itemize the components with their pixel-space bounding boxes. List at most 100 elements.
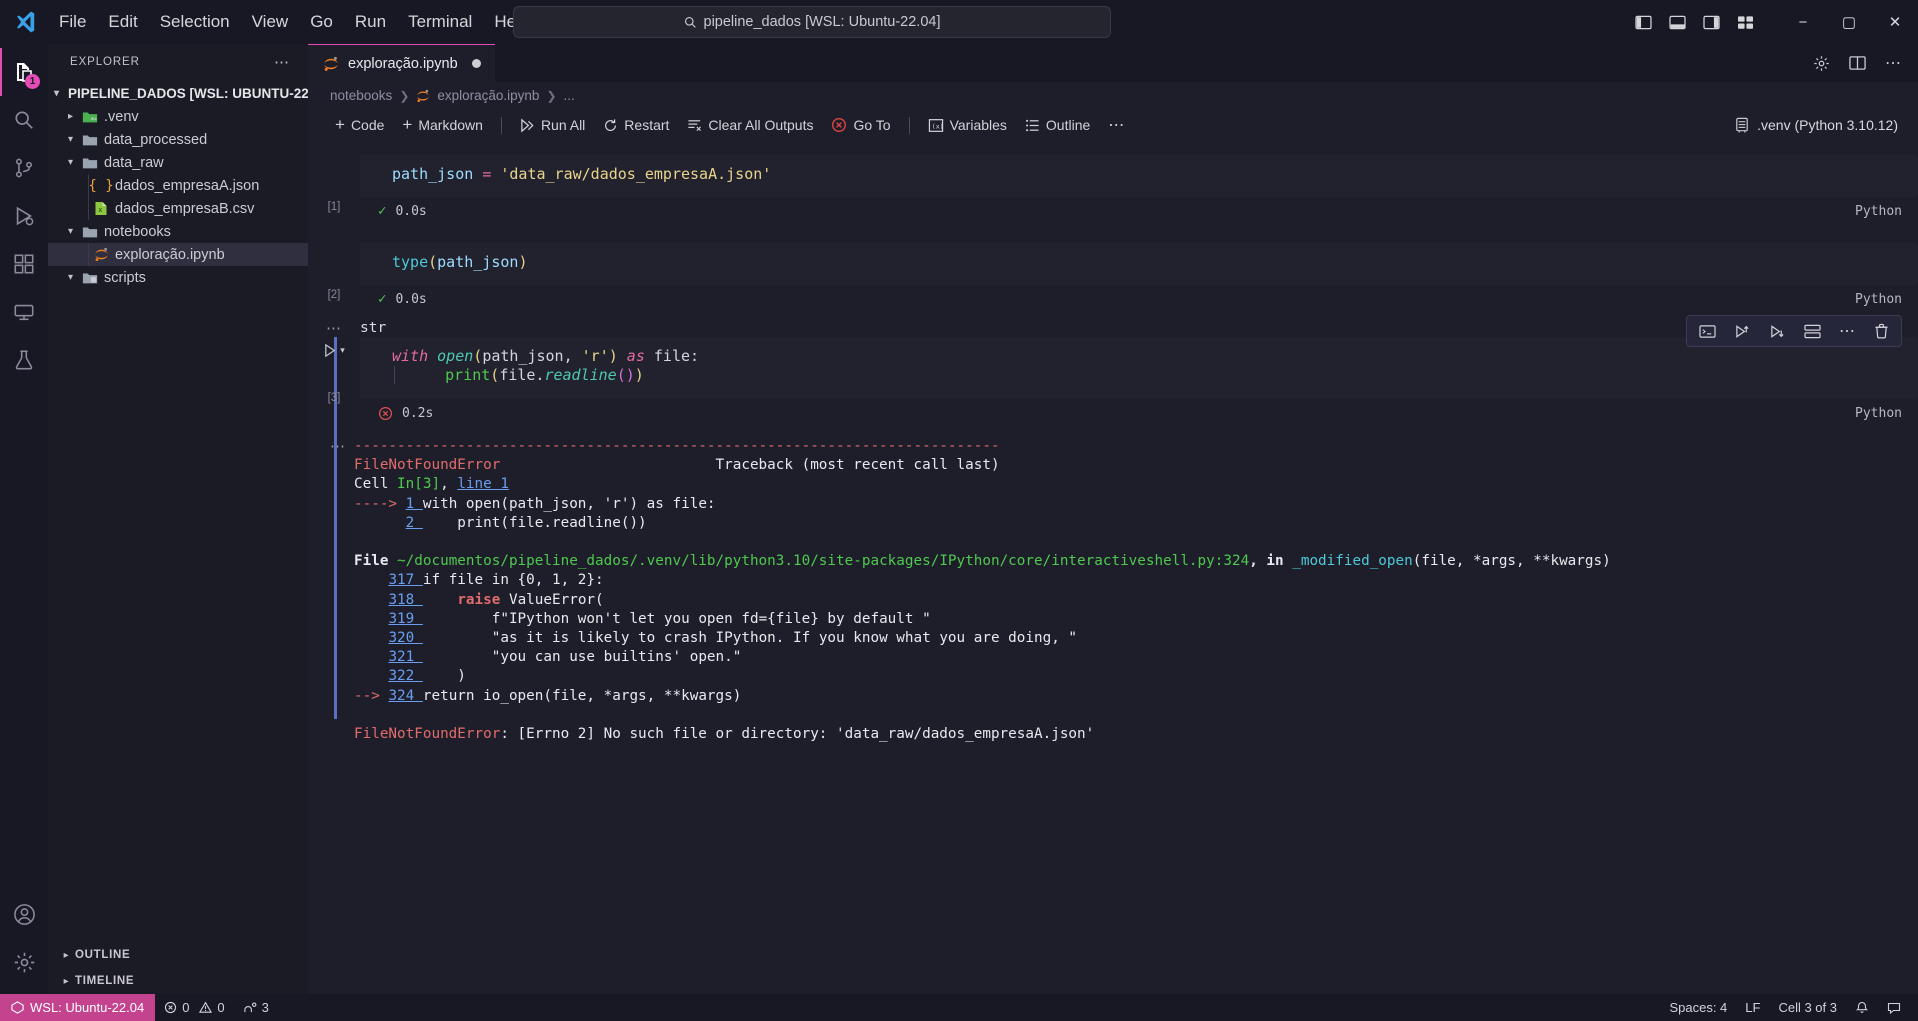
window-minimize-button[interactable]: − — [1780, 0, 1826, 44]
split-editor-icon[interactable] — [1849, 55, 1866, 71]
editor-tab-exploracao[interactable]: exploração.ipynb — [308, 44, 495, 82]
tree-row-notebooks[interactable]: ▾ notebooks — [48, 220, 308, 243]
editor-tab-bar: exploração.ipynb ⋯ — [308, 44, 1918, 82]
cell-language-label[interactable]: Python — [1855, 406, 1902, 421]
notebook-cell-1[interactable]: ▷ [1] path_json = 'data_raw/dados_empres… — [308, 155, 1918, 221]
run-all-label: Run All — [540, 117, 586, 133]
status-cell-position[interactable]: Cell 3 of 3 — [1769, 994, 1846, 1021]
add-code-label: Code — [350, 117, 385, 133]
chevron-down-icon[interactable]: ▾ — [62, 226, 79, 237]
activity-item-source-control[interactable] — [0, 144, 48, 192]
gear-icon[interactable] — [1813, 55, 1830, 72]
window-close-button[interactable]: ✕ — [1872, 0, 1918, 44]
run-cell-button[interactable]: ▾ — [323, 343, 345, 358]
status-problems[interactable]: 0 0 — [155, 994, 233, 1021]
kernel-selector[interactable]: .venv (Python 3.10.12) — [1734, 117, 1918, 134]
restart-kernel-button[interactable]: Restart — [594, 114, 678, 136]
tree-row-dados-empresa-b-csv[interactable]: x dados_empresaB.csv — [48, 197, 308, 220]
json-icon: { } — [88, 177, 114, 194]
tree-row-venv[interactable]: ▸ .venv — [48, 105, 308, 128]
chevron-down-icon[interactable]: ▾ — [62, 134, 79, 145]
execute-above-cells-icon[interactable] — [1734, 324, 1751, 339]
sidebar-panel-label: TIMELINE — [75, 975, 135, 987]
menu-terminal[interactable]: Terminal — [397, 8, 483, 36]
status-indentation[interactable]: Spaces: 4 — [1660, 994, 1736, 1021]
notebook-cell-3[interactable]: ⋯ ▾ [3] with open(path_json, 'r') as fil… — [308, 315, 1918, 746]
add-code-cell-button[interactable]: + Code — [326, 112, 393, 138]
breadcrumb-item-more[interactable]: ... — [564, 88, 575, 103]
folder-scripts-icon — [79, 271, 101, 285]
menu-go[interactable]: Go — [299, 8, 344, 36]
cell-code-editor[interactable]: path_json = 'data_raw/dados_empresaA.jso… — [360, 155, 1918, 197]
clear-all-outputs-button[interactable]: Clear All Outputs — [678, 114, 822, 136]
tree-label: data_raw — [104, 154, 164, 171]
execute-below-cells-icon[interactable] — [1769, 324, 1786, 339]
status-notifications[interactable] — [1846, 994, 1878, 1021]
sidebar-panel-outline[interactable]: ▸ OUTLINE — [48, 942, 308, 968]
status-remote-indicator[interactable]: WSL: Ubuntu-22.04 — [0, 994, 156, 1021]
chevron-down-icon[interactable]: ▾ — [48, 88, 65, 99]
tree-row-dados-empresa-a-json[interactable]: { } dados_empresaA.json — [48, 174, 308, 197]
breadcrumb-item-file[interactable]: exploração.ipynb — [437, 88, 539, 103]
status-eol[interactable]: LF — [1736, 994, 1769, 1021]
delete-cell-icon[interactable] — [1874, 323, 1889, 339]
window-maximize-button[interactable]: ▢ — [1826, 0, 1872, 44]
run-in-interactive-window-icon[interactable] — [1699, 324, 1716, 339]
chevron-down-icon[interactable]: ▾ — [62, 272, 79, 283]
breadcrumb-item-notebooks[interactable]: notebooks — [330, 88, 392, 103]
go-to-button[interactable]: Go To — [822, 114, 899, 136]
cell-code-editor[interactable]: with open(path_json, 'r') as file: print… — [360, 337, 1918, 399]
cell-status-row: 0.2s Python — [360, 399, 1918, 427]
sidebar-panel-timeline[interactable]: ▸ TIMELINE — [48, 968, 308, 994]
more-actions-icon[interactable]: ⋯ — [1839, 321, 1856, 341]
title-bar: File Edit Selection View Go Run Terminal… — [0, 0, 1918, 44]
customize-layout-icon[interactable] — [1737, 15, 1754, 30]
activity-item-manage-gear-icon[interactable] — [0, 938, 48, 986]
chevron-right-icon[interactable]: ▸ — [58, 976, 75, 987]
command-center-search[interactable]: pipeline_dados [WSL: Ubuntu-22.04] — [513, 6, 1111, 38]
chevron-right-icon[interactable]: ▸ — [58, 950, 75, 961]
activity-item-run-and-debug[interactable] — [0, 192, 48, 240]
notebook-cell-2[interactable]: ▷ [2] type(path_json) ✓ 0.0s Python — [308, 243, 1918, 337]
tree-row-workspace-root[interactable]: ▾ PIPELINE_DADOS [WSL: UBUNTU-22.04] — [48, 82, 308, 105]
chevron-down-icon[interactable]: ▾ — [340, 345, 345, 356]
menu-file[interactable]: File — [48, 8, 97, 36]
chevron-down-icon[interactable]: ▾ — [62, 157, 79, 168]
activity-item-testing[interactable] — [0, 336, 48, 384]
status-feedback[interactable] — [1878, 994, 1910, 1021]
tree-row-data-raw[interactable]: ▾ data_raw — [48, 151, 308, 174]
output-collapse-icon[interactable]: ⋯ — [308, 319, 360, 338]
variables-button[interactable]: (x) Variables — [919, 114, 1016, 136]
menu-view[interactable]: View — [241, 8, 300, 36]
tab-dirty-indicator[interactable] — [471, 59, 481, 68]
status-ports[interactable]: 3 — [234, 994, 278, 1021]
add-markdown-cell-button[interactable]: + Markdown — [393, 112, 492, 138]
toggle-panel-icon[interactable] — [1669, 15, 1686, 30]
activity-item-explorer[interactable]: 1 — [0, 48, 48, 96]
tree-row-data-processed[interactable]: ▾ data_processed — [48, 128, 308, 151]
window-right-controls: − ▢ ✕ — [1635, 0, 1918, 44]
menu-selection[interactable]: Selection — [149, 8, 241, 36]
split-cell-icon[interactable] — [1804, 324, 1821, 339]
activity-item-accounts[interactable] — [0, 890, 48, 938]
toggle-secondary-sidebar-icon[interactable] — [1703, 15, 1720, 30]
menu-run[interactable]: Run — [344, 8, 397, 36]
cell-language-label[interactable]: Python — [1855, 292, 1902, 307]
ellipsis-icon[interactable]: ⋯ — [274, 53, 290, 71]
activity-item-remote-explorer[interactable] — [0, 288, 48, 336]
activity-item-extensions[interactable] — [0, 240, 48, 288]
plus-icon: + — [335, 115, 345, 134]
menu-edit[interactable]: Edit — [97, 8, 148, 36]
notebook-more-actions-button[interactable]: ⋯ — [1099, 112, 1134, 138]
toggle-primary-sidebar-icon[interactable] — [1635, 15, 1652, 30]
more-actions-icon[interactable]: ⋯ — [1885, 53, 1902, 73]
cell-language-label[interactable]: Python — [1855, 204, 1902, 219]
tree-row-exploracao-ipynb[interactable]: exploração.ipynb — [48, 243, 308, 266]
jupyter-icon — [323, 56, 339, 72]
outline-button[interactable]: Outline — [1016, 114, 1099, 136]
tree-row-scripts[interactable]: ▾ scripts — [48, 266, 308, 289]
activity-item-search[interactable] — [0, 96, 48, 144]
run-all-button[interactable]: Run All — [511, 114, 594, 136]
cell-code-editor[interactable]: type(path_json) — [360, 243, 1918, 285]
chevron-right-icon[interactable]: ▸ — [62, 111, 79, 122]
